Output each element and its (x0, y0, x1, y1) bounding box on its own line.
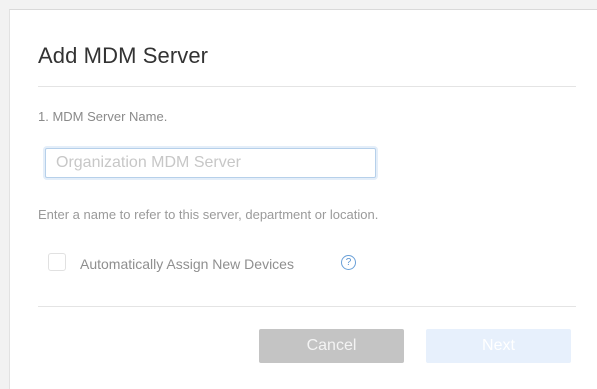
auto-assign-label[interactable]: Automatically Assign New Devices (80, 256, 294, 272)
next-button[interactable]: Next (426, 329, 571, 363)
cancel-button[interactable]: Cancel (259, 329, 404, 363)
title-divider (38, 86, 576, 87)
add-mdm-server-dialog: Add MDM Server 1. MDM Server Name. Enter… (9, 9, 597, 389)
question-circle-icon[interactable]: ? (341, 255, 356, 270)
footer-divider (38, 306, 576, 307)
server-name-input[interactable] (45, 148, 376, 178)
auto-assign-checkbox[interactable] (48, 253, 66, 271)
step-label: 1. MDM Server Name. (38, 109, 168, 124)
helper-text: Enter a name to refer to this server, de… (38, 207, 379, 222)
dialog-title: Add MDM Server (38, 43, 209, 68)
